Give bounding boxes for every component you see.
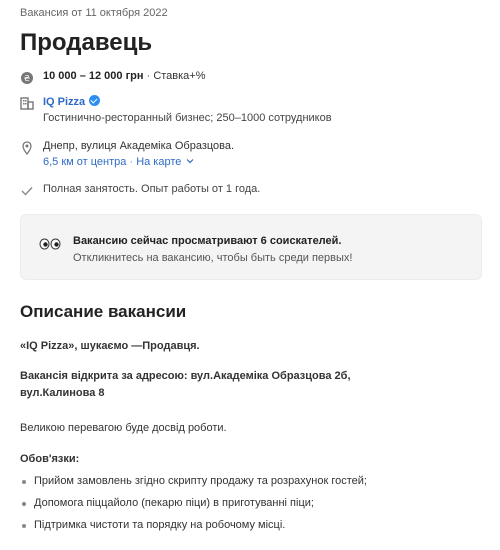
location-separator: · xyxy=(126,156,137,168)
distance-link[interactable]: 6,5 км от центра xyxy=(43,156,126,168)
salary-range: 10 000 – 12 000 грн xyxy=(43,70,144,82)
description-heading: Описание вакансии xyxy=(20,302,187,321)
description-address: Вакансія відкрита за адресою: вул.Академ… xyxy=(20,370,351,399)
vacancy-date: Вакансия от 11 октября 2022 xyxy=(20,7,168,19)
employment-row: Полная занятость. Опыт работы от 1 года. xyxy=(20,183,260,198)
notice-title: Вакансию сейчас просматривают 6 соискате… xyxy=(73,235,342,247)
company-link[interactable]: IQ Pizza xyxy=(43,96,85,108)
svg-text:₴: ₴ xyxy=(24,74,30,83)
building-icon xyxy=(20,96,34,110)
salary-row: ₴ 10 000 – 12 000 грн · Ставка+% xyxy=(20,70,206,85)
list-item: Прийом замовлень згідно скрипту продажу … xyxy=(20,473,367,495)
vacancy-title: Продавець xyxy=(20,29,153,56)
location-row: Днепр, вулиця Академіка Образцова. 6,5 к… xyxy=(20,140,234,168)
check-icon xyxy=(20,184,34,198)
description-intro: «IQ Pizza», шукаємо —Продавця. xyxy=(20,340,200,352)
address-text: Днепр, вулиця Академіка Образцова. xyxy=(43,140,235,152)
duties-list: Прийом замовлень згідно скрипту продажу … xyxy=(20,473,367,539)
viewers-notice: Вакансию сейчас просматривают 6 соискате… xyxy=(20,214,482,280)
salary-extra: Ставка+% xyxy=(153,70,206,82)
verified-badge-icon xyxy=(89,95,101,106)
eyes-icon xyxy=(39,237,61,255)
company-row: IQ Pizza Гостинично-ресторанный бизнес; … xyxy=(20,95,332,124)
map-link[interactable]: На карте xyxy=(136,156,181,168)
chevron-down-icon[interactable] xyxy=(186,156,194,168)
company-description: Гостинично-ресторанный бизнес; 250–1000 … xyxy=(43,112,332,124)
duties-heading: Обов'язки: xyxy=(20,453,80,465)
map-pin-icon xyxy=(20,141,34,155)
notice-subtitle: Откликнитесь на вакансию, чтобы быть сре… xyxy=(73,252,353,264)
salary-separator: · xyxy=(143,70,154,82)
list-item: Допомога піццайоло (пекарю піци) в приго… xyxy=(20,495,367,517)
description-advantage: Великою перевагою буде досвід роботи. xyxy=(20,422,227,434)
list-item: Підтримка чистоти та порядку на робочому… xyxy=(20,517,367,539)
coin-icon: ₴ xyxy=(20,71,34,85)
employment-text: Полная занятость. Опыт работы от 1 года. xyxy=(43,183,261,195)
